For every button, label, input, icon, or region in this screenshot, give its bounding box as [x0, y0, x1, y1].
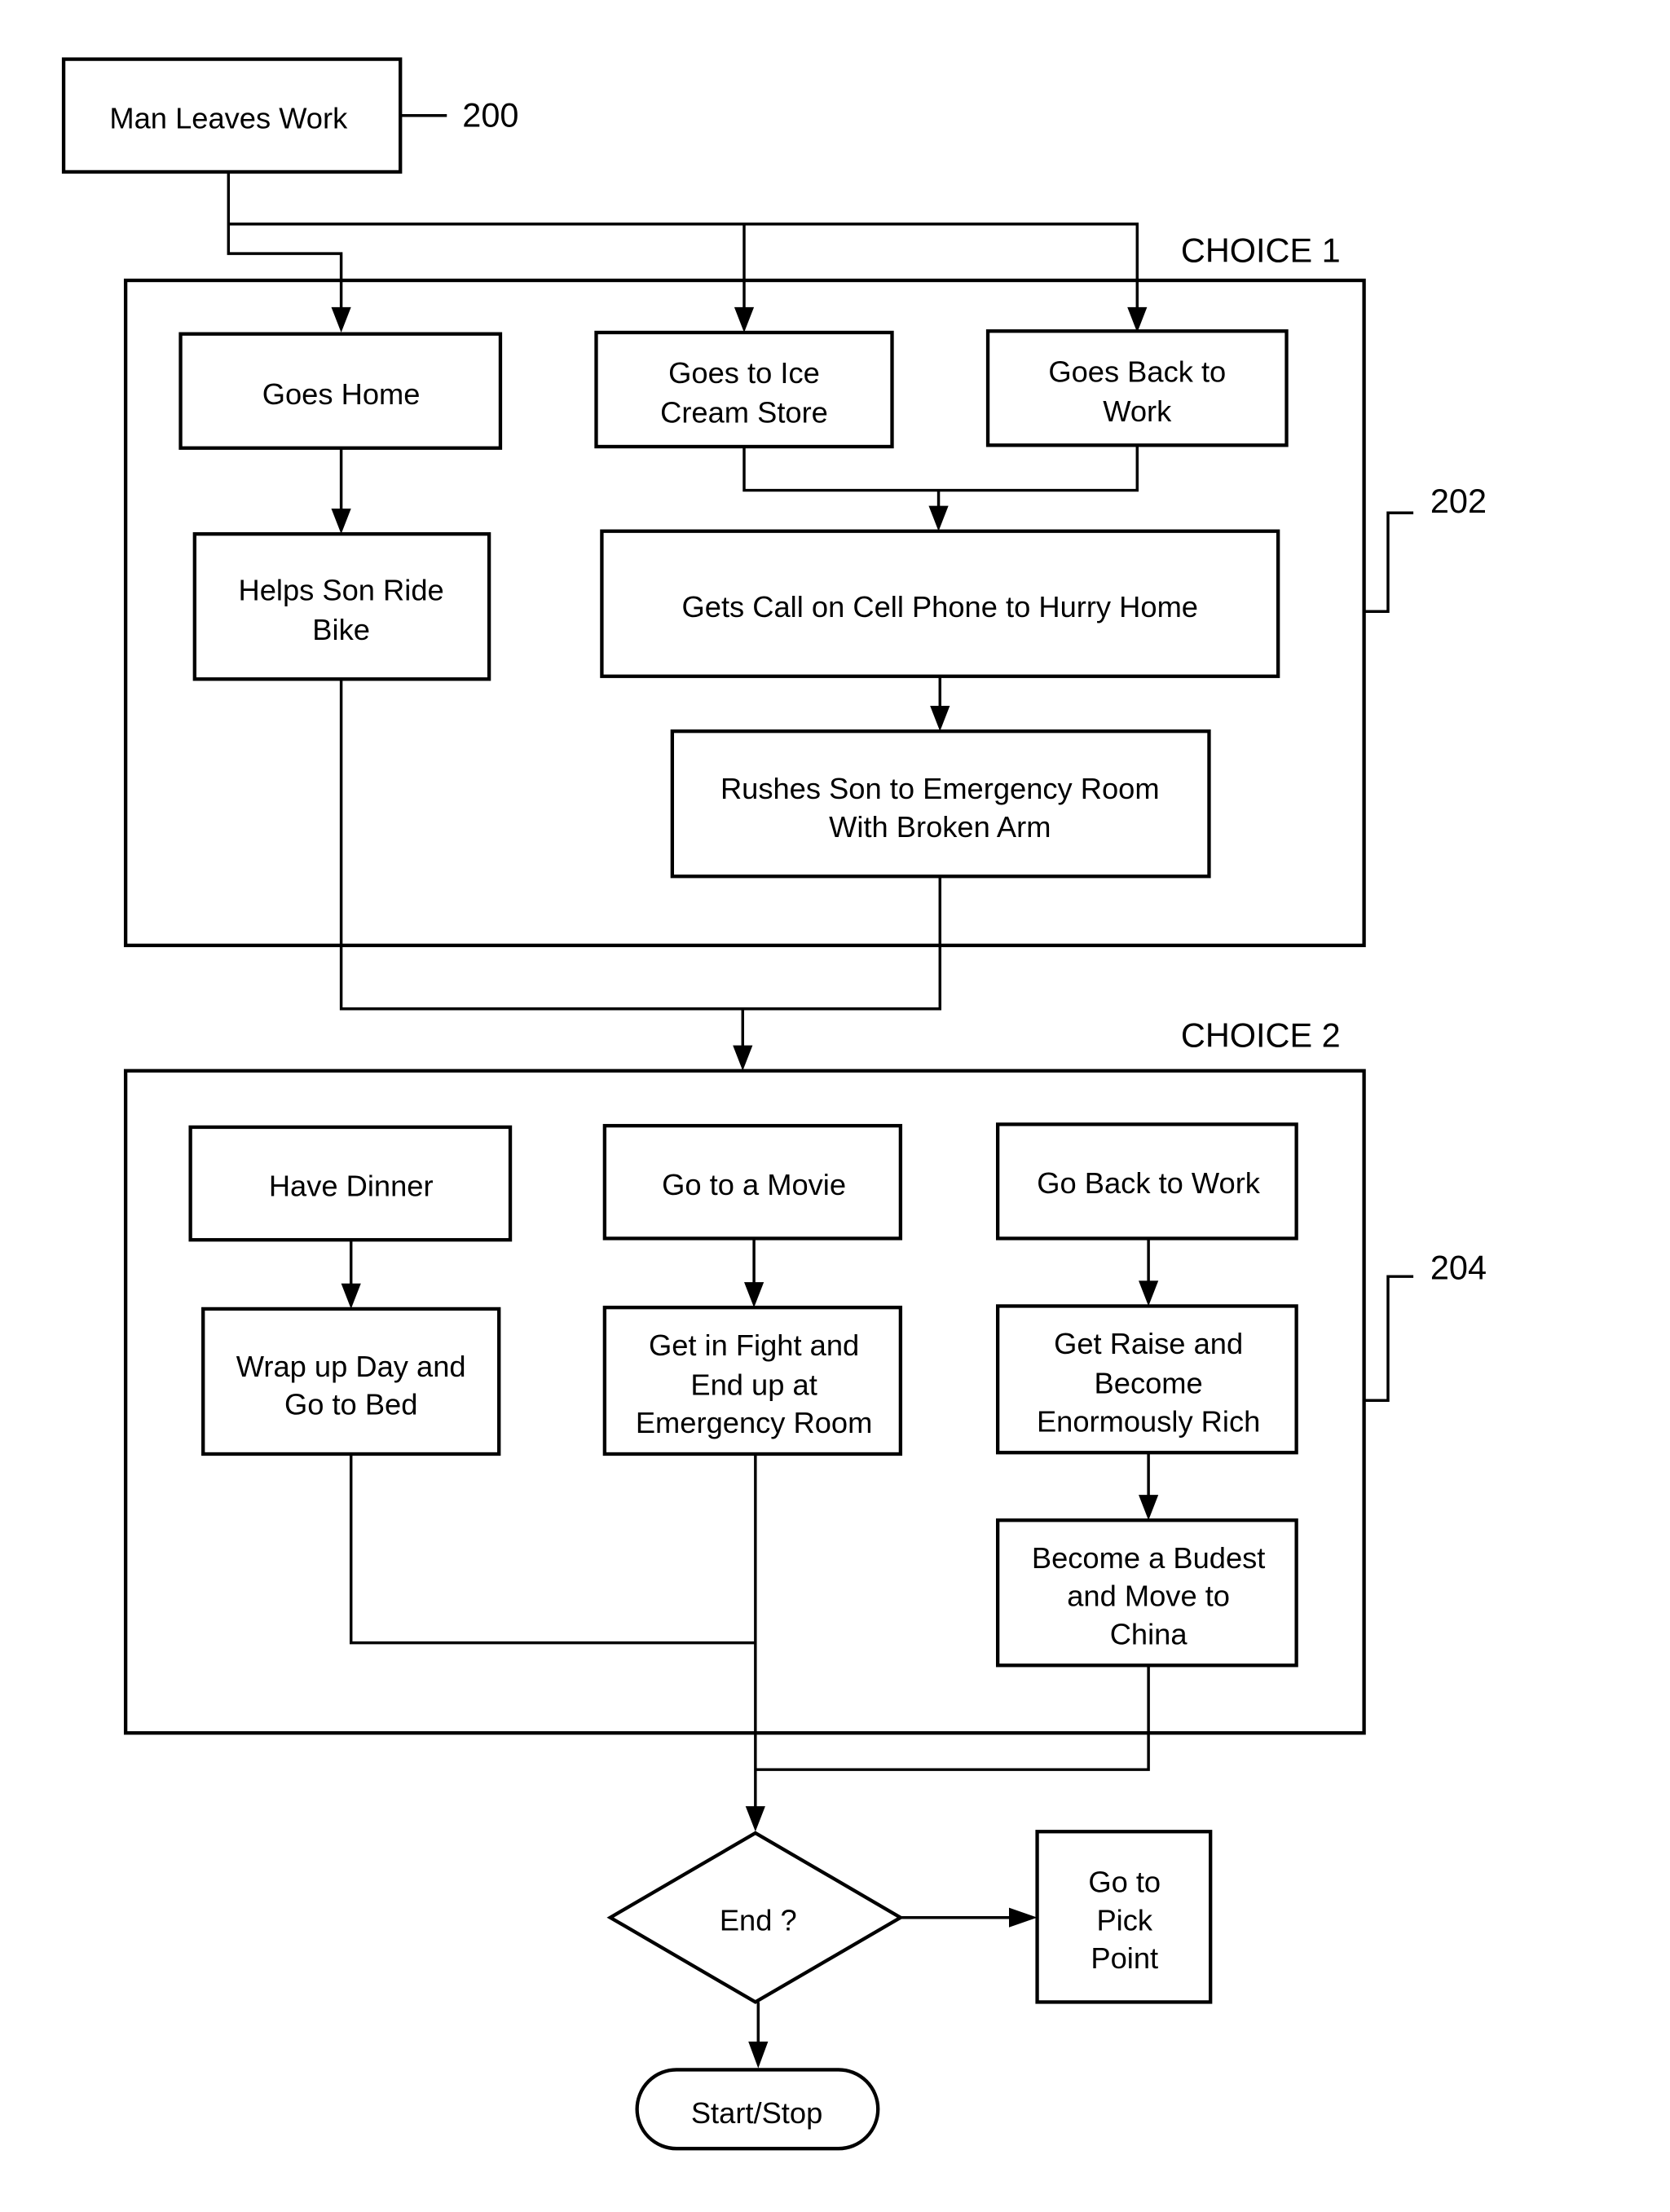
flowchart: CHOICE 1 CHOICE 2 200 202 204 Man Leaves… — [61, 57, 1487, 2151]
arrow-to-end-decision — [745, 1806, 765, 1832]
node-get-raise[interactable]: Get Raise and Become Enormously Rich — [995, 1304, 1298, 1455]
arrow-to-goes-back-work — [1127, 306, 1148, 333]
arrow-to-budest — [1139, 1495, 1159, 1521]
arrow-to-helps-son — [331, 509, 351, 535]
node-label-line: Man Leaves Work — [109, 101, 348, 134]
node-label-line: Cream Store — [660, 396, 828, 430]
node-end-decision[interactable]: End ? — [606, 1831, 905, 2004]
node-become-budest[interactable]: Become a Budest and Move to China — [995, 1518, 1298, 1668]
node-label-line: Goes Home — [262, 377, 421, 411]
connector-split-bar — [228, 223, 1139, 313]
node-wrap-up-day[interactable]: Wrap up Day and Go to Bed — [201, 1306, 501, 1456]
node-goes-back-to-work[interactable]: Goes Back to Work — [985, 329, 1289, 447]
node-go-to-a-movie[interactable]: Go to a Movie — [602, 1124, 903, 1240]
node-label-line: Goes Back to — [1048, 355, 1226, 388]
arrow-to-ice-cream — [734, 306, 755, 333]
arrow-to-gets-call — [928, 505, 949, 531]
node-label-line: End ? — [720, 1903, 797, 1937]
node-goes-to-ice-cream-store[interactable]: Goes to Ice Cream Store — [594, 330, 894, 449]
node-label-line: Pick — [1096, 1903, 1152, 1937]
choice2-label: CHOICE 2 — [1181, 1016, 1341, 1054]
node-label-line: Work — [1103, 394, 1172, 428]
node-label-line: Bike — [312, 613, 370, 646]
node-label-line: Go to a Movie — [662, 1168, 846, 1201]
connector-budest-down — [755, 1665, 1150, 1771]
ref-202: 202 — [1430, 482, 1487, 520]
node-label-line: and Move to — [1067, 1580, 1230, 1613]
node-label-line: Go to — [1088, 1866, 1161, 1899]
connector-start-to-goes-home — [227, 171, 343, 313]
node-start-stop[interactable]: Start/Stop — [635, 2068, 880, 2151]
node-label-line: Enormously Rich — [1037, 1404, 1260, 1438]
node-label-line: China — [1110, 1617, 1188, 1650]
node-label-line: Go to Bed — [284, 1388, 417, 1421]
node-go-to-pick-point[interactable]: Go to Pick Point — [1035, 1830, 1213, 2004]
arrow-to-rushes-son — [930, 706, 950, 732]
node-man-leaves-work[interactable]: Man Leaves Work — [61, 57, 403, 174]
node-label-line: Become a Budest — [1032, 1541, 1266, 1575]
arrow-to-pick-point — [1008, 1907, 1038, 1928]
node-label-line: Helps Son Ride — [239, 573, 444, 606]
node-label-line: Start/Stop — [691, 2096, 822, 2130]
node-rushes-son[interactable]: Rushes Son to Emergency Room With Broken… — [670, 729, 1211, 879]
ref-200: 200 — [462, 96, 518, 134]
arrow-to-wrap-up — [341, 1283, 361, 1309]
arrow-to-choice2 — [733, 1045, 753, 1071]
node-get-in-fight[interactable]: Get in Fight and End up at Emergency Roo… — [602, 1306, 903, 1456]
node-label-line: Rushes Son to Emergency Room — [720, 772, 1160, 805]
arrow-to-goes-home — [331, 306, 351, 333]
node-helps-son-ride-bike[interactable]: Helps Son Ride Bike — [192, 532, 491, 681]
arrow-to-start-stop — [748, 2041, 769, 2069]
node-label-line: Emergency Room — [636, 1406, 872, 1439]
node-gets-call[interactable]: Gets Call on Cell Phone to Hurry Home — [600, 529, 1280, 678]
node-label-line: Get in Fight and — [649, 1329, 859, 1362]
arrow-to-get-fight — [744, 1282, 764, 1308]
node-label-line: End up at — [690, 1368, 817, 1401]
node-label-line: Gets Call on Cell Phone to Hurry Home — [682, 590, 1198, 624]
node-goes-home[interactable]: Goes Home — [178, 332, 503, 450]
node-label-line: With Broken Arm — [829, 810, 1051, 844]
node-label-line: Go Back to Work — [1037, 1166, 1261, 1200]
node-label-line: Wrap up Day and — [236, 1350, 466, 1383]
node-have-dinner[interactable]: Have Dinner — [188, 1125, 513, 1242]
choice1-label: CHOICE 1 — [1181, 231, 1341, 270]
connector-wrap-down — [349, 1453, 756, 1645]
connector-merge-ice-work — [742, 445, 1139, 492]
ref-202-leader — [1364, 511, 1414, 613]
ref-204-leader — [1364, 1275, 1414, 1403]
arrow-to-get-raise — [1139, 1280, 1159, 1306]
node-label-line: Goes to Ice — [668, 356, 820, 390]
node-go-back-to-work-2[interactable]: Go Back to Work — [995, 1122, 1298, 1240]
ref-204: 204 — [1430, 1249, 1487, 1287]
node-label-line: Point — [1091, 1941, 1158, 1975]
node-label-line: Become — [1095, 1367, 1203, 1400]
node-label-line: Get Raise and — [1054, 1327, 1243, 1360]
node-label-line: Have Dinner — [269, 1170, 434, 1203]
